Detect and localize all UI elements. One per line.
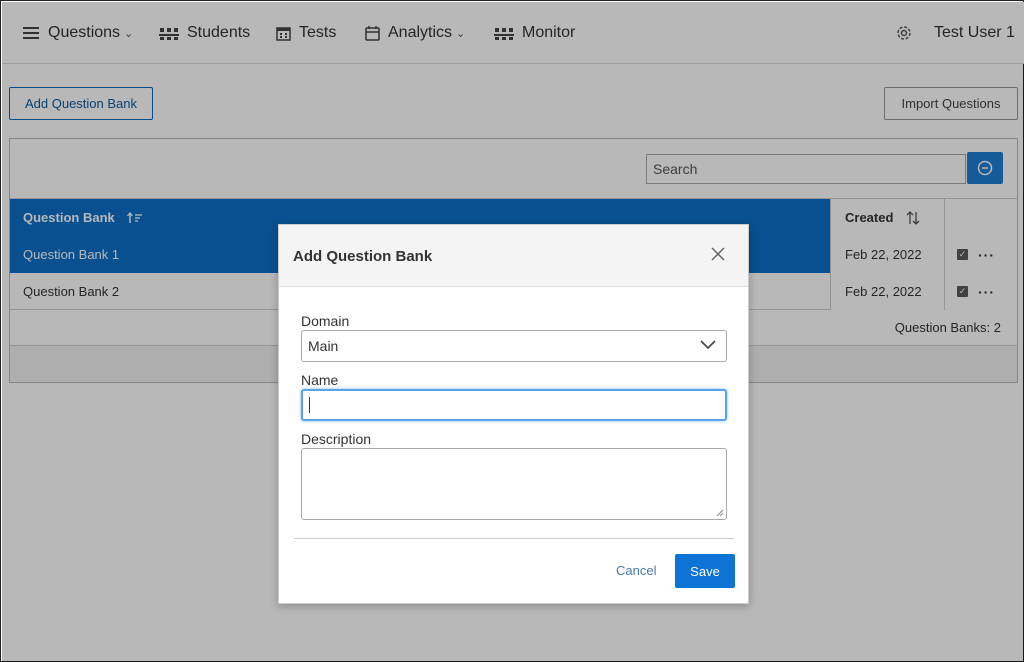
description-label: Description [301, 431, 372, 447]
cancel-button[interactable]: Cancel [616, 563, 656, 578]
close-icon[interactable] [711, 247, 725, 266]
add-question-bank-dialog: Add Question Bank Domain Main Name Descr… [278, 224, 749, 604]
domain-select[interactable]: Main [301, 330, 727, 362]
text-caret [309, 397, 310, 413]
dialog-divider [294, 538, 734, 539]
save-button[interactable]: Save [675, 554, 735, 588]
dialog-title: Add Question Bank [293, 248, 433, 265]
resize-grip-icon[interactable] [716, 509, 724, 517]
dialog-header: Add Question Bank [279, 225, 748, 287]
name-label: Name [301, 372, 339, 388]
domain-value: Main [308, 338, 339, 354]
chevron-down-icon [700, 340, 716, 350]
name-field[interactable] [301, 389, 727, 421]
app-window: Questions ⌄ Students Tests Analytics ⌄ M… [0, 0, 1024, 662]
description-field[interactable] [301, 448, 727, 520]
domain-label: Domain [301, 313, 350, 329]
